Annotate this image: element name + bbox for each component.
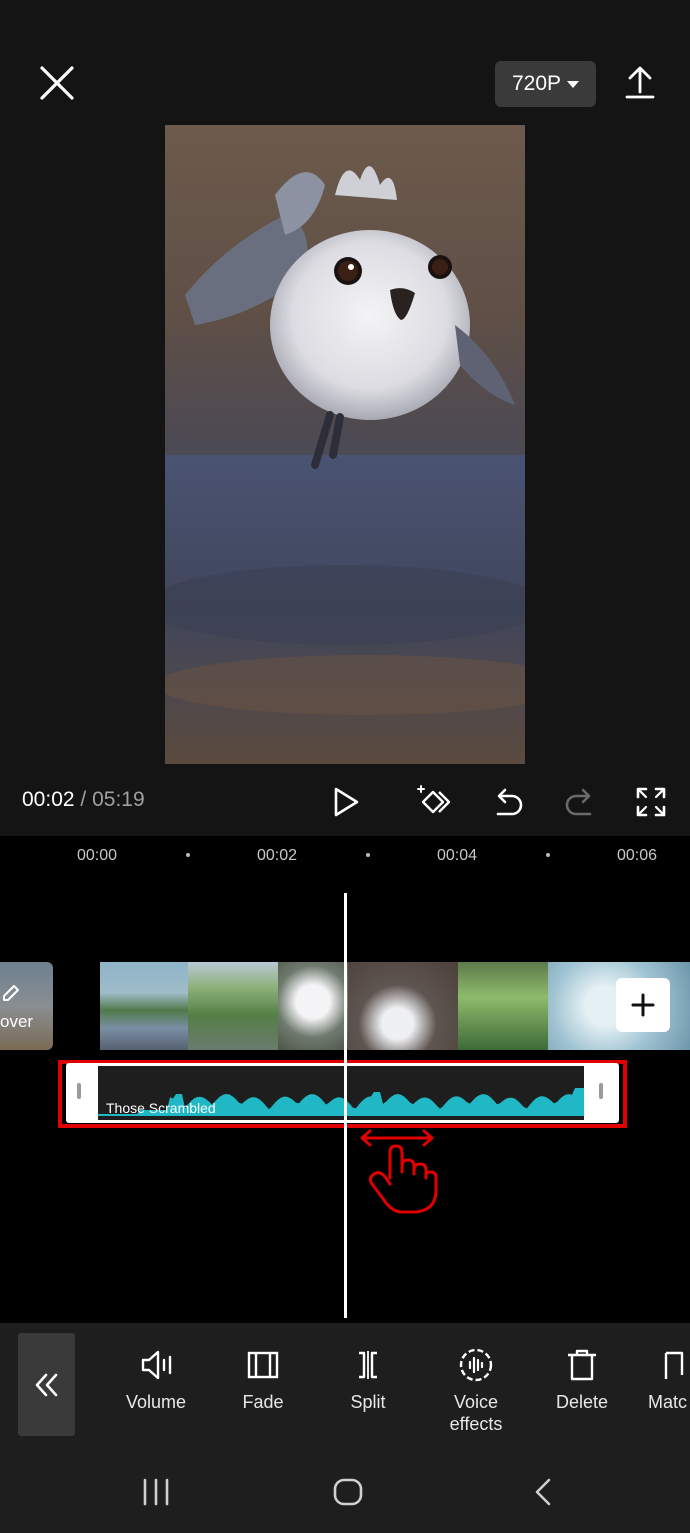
current-time: 00:02 xyxy=(22,788,75,811)
volume-tool[interactable]: Volume xyxy=(106,1345,206,1413)
delete-icon xyxy=(568,1349,596,1381)
drag-gesture-icon xyxy=(360,1129,438,1214)
audio-right-trim-handle[interactable] xyxy=(599,1083,603,1099)
time-separator: / xyxy=(80,788,87,811)
voice-effects-tool[interactable]: Voice effects xyxy=(426,1345,526,1435)
fullscreen-icon xyxy=(636,787,666,817)
recent-apps-icon xyxy=(143,1478,169,1506)
match-tool[interactable]: Matc xyxy=(638,1345,690,1413)
audio-left-trim-handle[interactable] xyxy=(77,1083,81,1099)
time-display: 00:02 / 05:19 xyxy=(22,788,145,812)
ruler-dot xyxy=(546,853,550,857)
ruler-label: 00:02 xyxy=(257,847,298,864)
resolution-dropdown[interactable]: 720P xyxy=(495,61,596,107)
split-tool[interactable]: Split xyxy=(318,1345,418,1413)
close-button[interactable] xyxy=(36,62,78,104)
volume-icon xyxy=(141,1350,172,1380)
cover-button[interactable] xyxy=(0,962,53,1050)
fade-tool[interactable]: Fade xyxy=(213,1345,313,1413)
video-frame xyxy=(348,962,458,1050)
close-icon xyxy=(40,66,74,100)
tool-label: Delete xyxy=(555,1392,609,1412)
play-icon xyxy=(334,787,359,817)
add-clip-button[interactable] xyxy=(616,978,670,1032)
playhead[interactable] xyxy=(344,893,347,1318)
voice-effects-icon xyxy=(459,1348,493,1382)
ruler-dot xyxy=(186,853,190,857)
fullscreen-button[interactable] xyxy=(631,782,671,822)
export-button[interactable] xyxy=(620,62,660,102)
tool-label: Voice effects xyxy=(449,1392,503,1434)
audio-clip-name: Those Scrambled xyxy=(106,1100,216,1116)
tool-label: Fade xyxy=(242,1392,284,1412)
total-time: 05:19 xyxy=(92,788,145,811)
tool-label: Matc xyxy=(648,1392,688,1412)
match-icon xyxy=(664,1351,684,1379)
plus-icon xyxy=(631,993,655,1017)
delete-tool[interactable]: Delete xyxy=(532,1345,632,1413)
redo-icon xyxy=(565,788,592,816)
keyframe-icon xyxy=(417,785,451,814)
home-icon xyxy=(333,1478,363,1506)
preview-image xyxy=(165,166,525,764)
ruler-label: 00:06 xyxy=(617,847,658,864)
home-button[interactable] xyxy=(328,1472,368,1512)
undo-button[interactable] xyxy=(488,782,528,822)
video-frame xyxy=(188,962,278,1050)
video-frame xyxy=(100,962,188,1050)
redo-button[interactable] xyxy=(560,782,600,822)
edit-icon xyxy=(3,985,19,1001)
fade-icon xyxy=(247,1351,279,1379)
caret-down-icon xyxy=(567,80,580,88)
cover-label: over xyxy=(0,1012,34,1031)
upload-icon xyxy=(625,66,655,99)
video-frame xyxy=(458,962,548,1050)
video-preview[interactable] xyxy=(165,125,525,764)
collapse-toolbar-button[interactable] xyxy=(18,1333,75,1436)
tool-label: Volume xyxy=(125,1392,187,1412)
video-track[interactable] xyxy=(100,962,690,1050)
double-chevron-left-icon xyxy=(35,1373,57,1396)
back-icon xyxy=(535,1478,551,1506)
ruler-dot xyxy=(366,853,370,857)
keyframe-button[interactable] xyxy=(415,782,455,822)
undo-icon xyxy=(496,788,523,816)
recent-apps-button[interactable] xyxy=(136,1472,176,1512)
resolution-value: 720P xyxy=(511,72,562,95)
split-icon xyxy=(359,1351,377,1379)
back-button[interactable] xyxy=(524,1472,564,1512)
tool-label: Split xyxy=(350,1392,386,1412)
play-button[interactable] xyxy=(326,782,366,822)
ruler-label: 00:00 xyxy=(77,847,118,864)
ruler-label: 00:04 xyxy=(437,847,478,864)
video-frame xyxy=(278,962,348,1050)
